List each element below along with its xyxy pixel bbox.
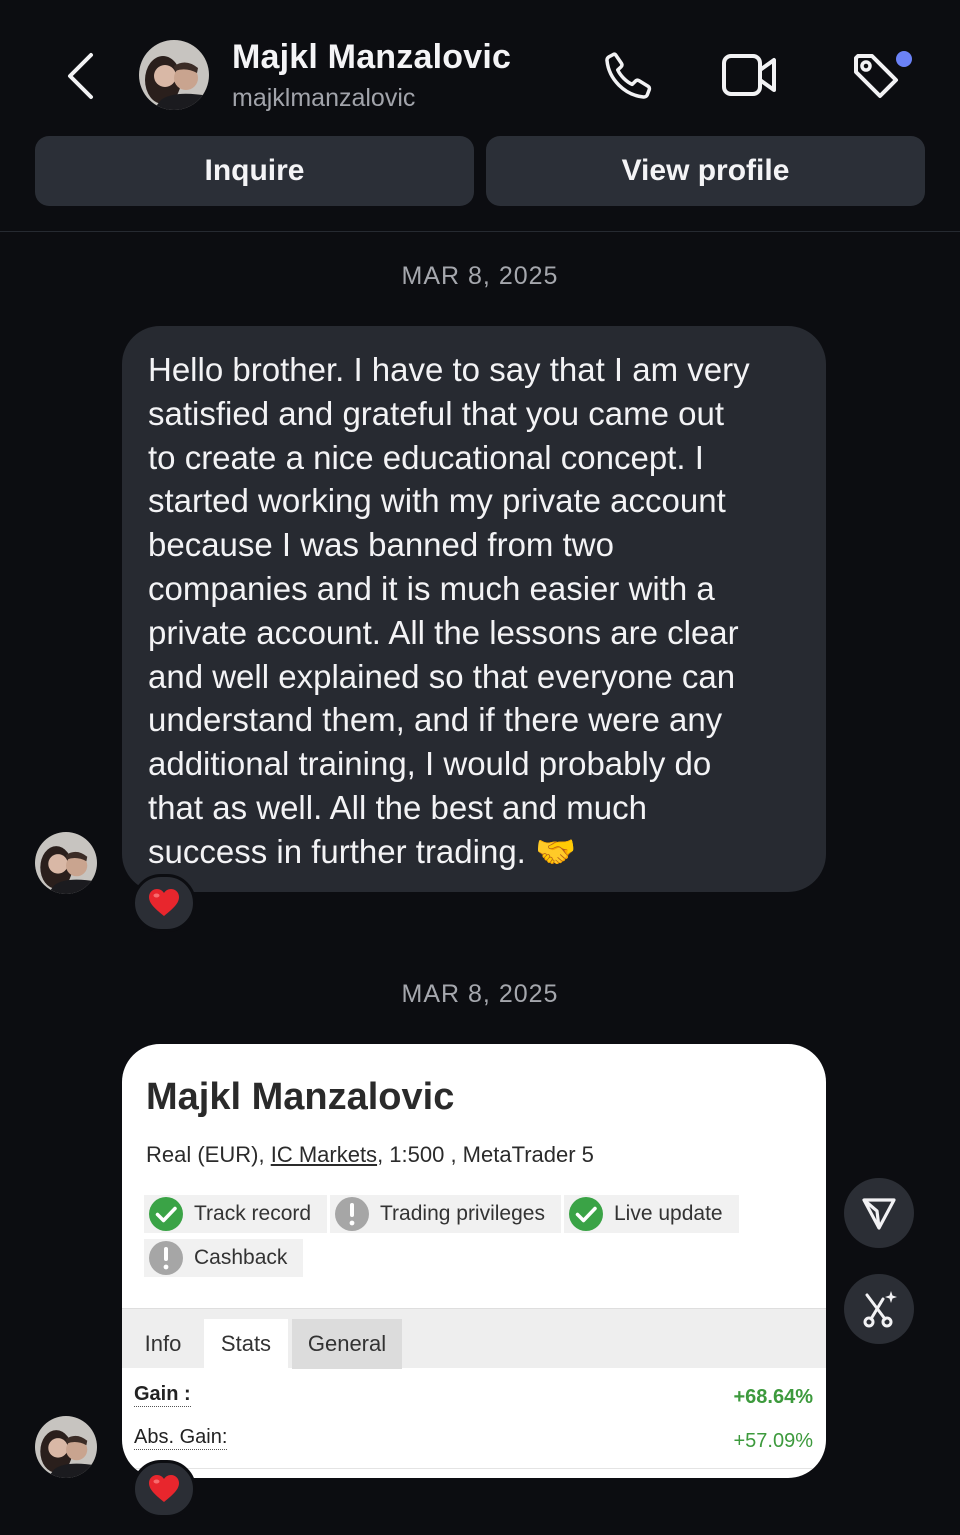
sender-avatar[interactable]	[35, 832, 97, 894]
message-text: Hello brother. I have to say that I am v…	[148, 351, 750, 870]
check-circle-icon	[569, 1197, 603, 1231]
tab-info[interactable]: Info	[122, 1319, 204, 1369]
abs-gain-value: +57.09%	[733, 1430, 813, 1452]
tab-stats[interactable]: Stats	[204, 1319, 288, 1369]
badge-label: Track record	[194, 1202, 312, 1225]
ai-actions-button[interactable]	[844, 1274, 914, 1344]
back-button[interactable]	[58, 48, 102, 104]
chevron-left-icon	[68, 53, 93, 99]
phone-icon	[605, 52, 652, 99]
contact-name[interactable]: Majkl Manzalovic	[232, 38, 511, 77]
date-separator: MAR 8, 2025	[401, 262, 559, 290]
contact-handle: majklmanzalovic	[232, 84, 416, 112]
badge-trading-privileges: Trading privileges	[330, 1195, 561, 1233]
inquire-button[interactable]: Inquire	[35, 136, 474, 206]
video-call-button[interactable]	[720, 46, 780, 106]
date-separator: MAR 8, 2025	[401, 980, 559, 1008]
ai-sparkle-icon	[863, 1291, 897, 1328]
check-circle-icon	[149, 1197, 183, 1231]
shared-account-card[interactable]: Majkl Manzalovic Real (EUR), IC Markets,…	[122, 1044, 826, 1478]
avatar[interactable]	[139, 40, 209, 110]
broker-link[interactable]: IC Markets	[271, 1142, 377, 1167]
notification-dot	[896, 51, 912, 67]
tab-general[interactable]: General	[292, 1319, 402, 1369]
sender-avatar[interactable]	[35, 1416, 97, 1478]
header-divider	[0, 231, 960, 232]
card-tab-strip: Info Stats General	[122, 1308, 826, 1369]
reaction-heart[interactable]	[132, 1460, 196, 1518]
badge-label: Trading privileges	[380, 1202, 545, 1225]
warning-circle-icon	[335, 1197, 369, 1231]
card-account-meta: Real (EUR), IC Markets, 1:500 , MetaTrad…	[146, 1142, 594, 1168]
send-icon	[862, 1198, 896, 1230]
forward-button[interactable]	[844, 1178, 914, 1248]
abs-gain-label: Abs. Gain:	[134, 1426, 228, 1450]
badge-track-record: Track record	[144, 1195, 328, 1233]
heart-icon	[149, 1475, 179, 1502]
heart-icon	[149, 889, 179, 916]
message-bubble[interactable]: Hello brother. I have to say that I am v…	[122, 326, 826, 892]
warning-circle-icon	[149, 1241, 183, 1275]
gain-value: +68.64%	[733, 1386, 813, 1408]
badge-cashback: Cashback	[144, 1239, 304, 1277]
reaction-heart[interactable]	[132, 874, 196, 932]
account-details: , 1:500 , MetaTrader 5	[377, 1142, 594, 1167]
video-camera-icon	[722, 54, 776, 96]
gain-label: Gain :	[134, 1383, 191, 1407]
badge-label: Live update	[614, 1202, 723, 1225]
badge-label: Cashback	[194, 1246, 288, 1269]
card-divider	[134, 1468, 814, 1469]
call-button[interactable]	[598, 46, 658, 106]
card-title: Majkl Manzalovic	[146, 1076, 455, 1118]
account-type: Real (EUR),	[146, 1142, 265, 1167]
badge-live-update: Live update	[564, 1195, 739, 1233]
view-profile-button[interactable]: View profile	[486, 136, 925, 206]
